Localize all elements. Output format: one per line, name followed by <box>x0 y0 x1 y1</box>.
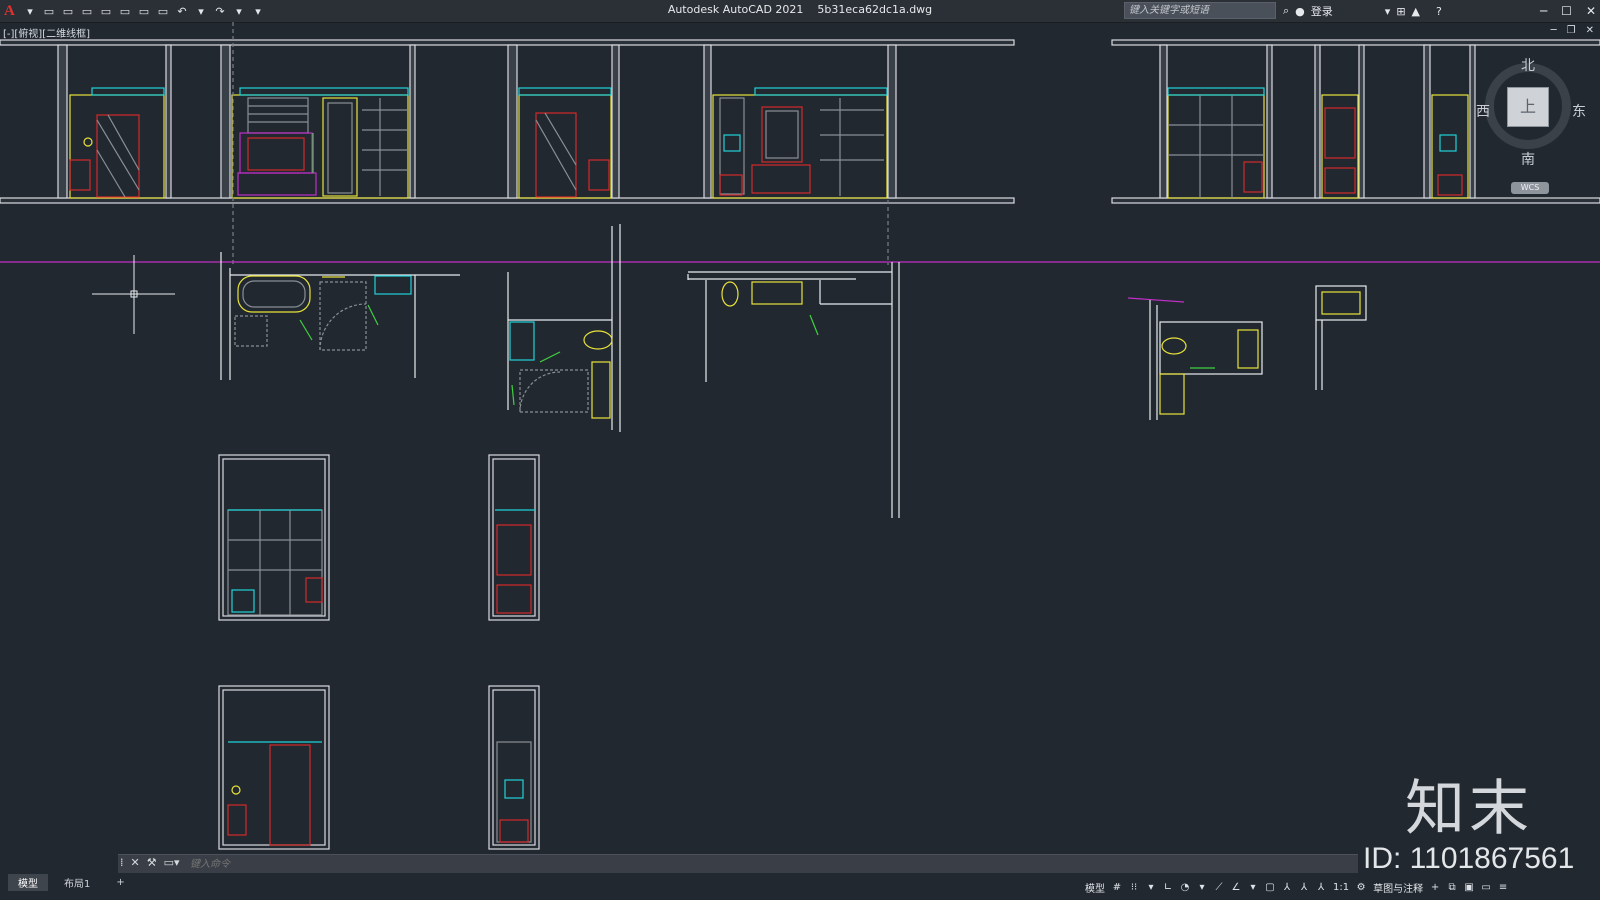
model-space-button[interactable]: 模型 <box>1085 880 1105 895</box>
minimize-icon[interactable]: ─ <box>1540 4 1547 18</box>
app-name: Autodesk AutoCAD 2021 <box>667 3 804 16</box>
search-icon[interactable]: ⌕ <box>1283 4 1289 18</box>
login-dropdown-icon[interactable]: ▾ <box>1385 5 1391 18</box>
right-tools: ⌕ ● 登录 ▾ ⊞ ▲ ? <box>1283 2 1442 20</box>
search-input[interactable]: 键入关键字或短语 <box>1124 2 1276 19</box>
customize-wrench-icon[interactable]: ⚒ <box>147 856 157 869</box>
status-bar: 模型 # ⁝⁝ ▾ ∟ ◔ ▾ ⟋ ∠ ▾ ▢ ⅄ ⅄ ⅄ 1:1 ⚙ 草图与注… <box>1085 876 1508 898</box>
save-as-icon[interactable]: ▭ <box>99 4 113 18</box>
quick-access-toolbar: A ▾ ▭ ▭ ▭ ▭ ▭ ▭ ▭ ↶ ▾ ↷ ▾ ▾ <box>0 0 265 22</box>
drawing-canvas[interactable] <box>0 22 1600 852</box>
redo-dropdown-icon[interactable]: ▾ <box>232 4 246 18</box>
plan-views <box>220 224 1367 518</box>
ortho-icon[interactable]: ∟ <box>1163 882 1173 893</box>
save-icon[interactable]: ▭ <box>80 4 94 18</box>
osnap-icon[interactable]: ∠ <box>1231 882 1241 893</box>
publish-icon[interactable]: ▭ <box>118 4 132 18</box>
plot-icon[interactable]: ▭ <box>156 4 170 18</box>
view-cube[interactable]: 北 南 东 西 上 WCS <box>1476 55 1586 205</box>
window-controls: ─ ☐ ✕ <box>1540 0 1596 22</box>
command-line-icons: ⁞ ✕ ⚒ ▭▾ <box>120 856 180 869</box>
add-layout-button[interactable]: + <box>106 876 134 889</box>
view-cube-top-face[interactable]: 上 <box>1507 87 1549 127</box>
tab-layout1[interactable]: 布局1 <box>54 874 100 891</box>
lower-elevations <box>218 454 540 850</box>
gear-icon[interactable]: ⚙ <box>1356 882 1366 893</box>
customization-menu-icon[interactable]: ≡ <box>1498 882 1508 893</box>
title-bar: A ▾ ▭ ▭ ▭ ▭ ▭ ▭ ▭ ↶ ▾ ↷ ▾ ▾ Autodesk Aut… <box>0 0 1600 23</box>
layout-tabs: 模型 布局1 + <box>8 874 135 891</box>
redo-icon[interactable]: ↷ <box>213 4 227 18</box>
autocad-logo-icon[interactable]: A <box>4 3 18 20</box>
undo-icon[interactable]: ↶ <box>175 4 189 18</box>
plus-icon[interactable]: + <box>1430 882 1440 893</box>
autodesk-app-icon[interactable]: ▲ <box>1412 5 1420 18</box>
cart-icon[interactable]: ⊞ <box>1396 5 1405 18</box>
polar-dropdown-icon[interactable]: ▾ <box>1197 882 1207 893</box>
auto-scale-icon[interactable]: ⅄ <box>1299 882 1309 893</box>
file-name: 5b31eca62dc1a.dwg <box>817 3 933 16</box>
drag-handle-icon[interactable]: ⁞ <box>120 856 124 869</box>
open-folder-icon[interactable]: ▭ <box>61 4 75 18</box>
scale-button[interactable]: 1:1 <box>1333 882 1349 893</box>
polar-icon[interactable]: ◔ <box>1180 882 1190 893</box>
menu-dropdown-icon[interactable]: ▾ <box>23 4 37 18</box>
command-line: ⁞ ✕ ⚒ ▭▾ <box>118 854 1358 873</box>
compass-south[interactable]: 南 <box>1521 149 1535 169</box>
watermark-logo: 知末 <box>1405 774 1533 844</box>
watermark-id: ID: 1101867561 <box>1363 842 1575 875</box>
selection-cycling-icon[interactable]: ▢ <box>1265 882 1275 893</box>
annotation-scale-icon[interactable]: ⅄ <box>1316 882 1326 893</box>
customize-toolbar-icon[interactable]: ▾ <box>251 4 265 18</box>
snap-dropdown-icon[interactable]: ▾ <box>1146 882 1156 893</box>
login-button[interactable]: 登录 <box>1311 3 1333 19</box>
tab-model[interactable]: 模型 <box>8 874 48 891</box>
osnap-dropdown-icon[interactable]: ▾ <box>1248 882 1258 893</box>
clean-screen-icon[interactable]: ▭ <box>1481 882 1491 893</box>
new-file-icon[interactable]: ▭ <box>42 4 56 18</box>
elevation-strip <box>0 22 1600 265</box>
compass-east[interactable]: 东 <box>1572 101 1586 121</box>
isodraft-icon[interactable]: ⟋ <box>1214 882 1224 893</box>
annotation-visibility-icon[interactable]: ⅄ <box>1282 882 1292 893</box>
compass-west[interactable]: 西 <box>1476 101 1490 121</box>
compass-north[interactable]: 北 <box>1521 55 1535 75</box>
isolate-objects-icon[interactable]: ⧉ <box>1447 882 1457 893</box>
help-icon[interactable]: ? <box>1436 5 1442 18</box>
snap-icon[interactable]: ⁝⁝ <box>1129 882 1139 893</box>
maximize-icon[interactable]: ☐ <box>1561 4 1572 18</box>
command-input[interactable] <box>190 855 1350 873</box>
close-command-icon[interactable]: ✕ <box>131 856 140 869</box>
undo-dropdown-icon[interactable]: ▾ <box>194 4 208 18</box>
user-icon[interactable]: ● <box>1295 5 1305 18</box>
close-icon[interactable]: ✕ <box>1586 4 1596 18</box>
crosshair-cursor <box>92 255 175 334</box>
grid-icon[interactable]: # <box>1112 882 1122 893</box>
workspace-button[interactable]: 草图与注释 <box>1373 880 1423 895</box>
hardware-acceleration-icon[interactable]: ▣ <box>1464 882 1474 893</box>
export-icon[interactable]: ▭ <box>137 4 151 18</box>
recent-commands-icon[interactable]: ▭▾ <box>164 856 180 869</box>
wcs-menu-button[interactable]: WCS <box>1511 182 1549 194</box>
